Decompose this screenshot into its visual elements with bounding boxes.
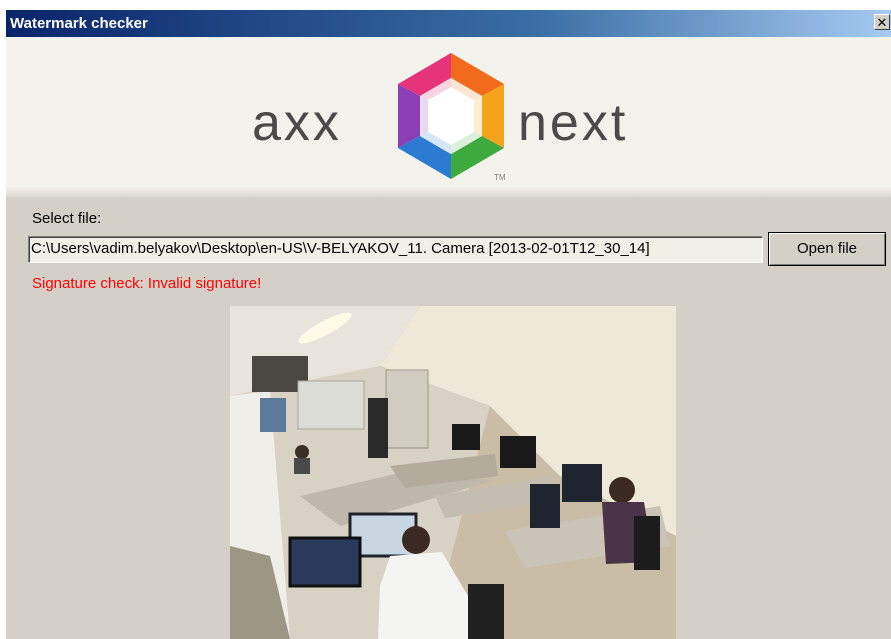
camera-frame-preview	[230, 306, 676, 639]
select-file-label: Select file:	[32, 210, 102, 227]
camera-frame-image-icon	[230, 306, 676, 639]
axxon-hexagon-logo-icon	[398, 53, 504, 179]
window-title: Watermark checker	[10, 15, 148, 32]
signature-status-text: Signature check: Invalid signature!	[32, 275, 262, 292]
brand-text-right: next	[518, 94, 629, 152]
open-file-button[interactable]: Open file	[767, 231, 887, 267]
brand-banner: axx next TM	[6, 37, 891, 197]
watermark-checker-window: Watermark checker ✕ axx next TM Select f…	[6, 10, 891, 639]
brand-text-left: axx	[252, 94, 342, 152]
title-bar[interactable]: Watermark checker ✕	[6, 10, 891, 37]
banner-divider	[6, 187, 891, 197]
file-path-field[interactable]: C:\Users\vadim.belyakov\Desktop\en-US\V-…	[28, 236, 763, 263]
trademark-mark: TM	[494, 173, 506, 182]
close-button[interactable]: ✕	[874, 14, 890, 30]
